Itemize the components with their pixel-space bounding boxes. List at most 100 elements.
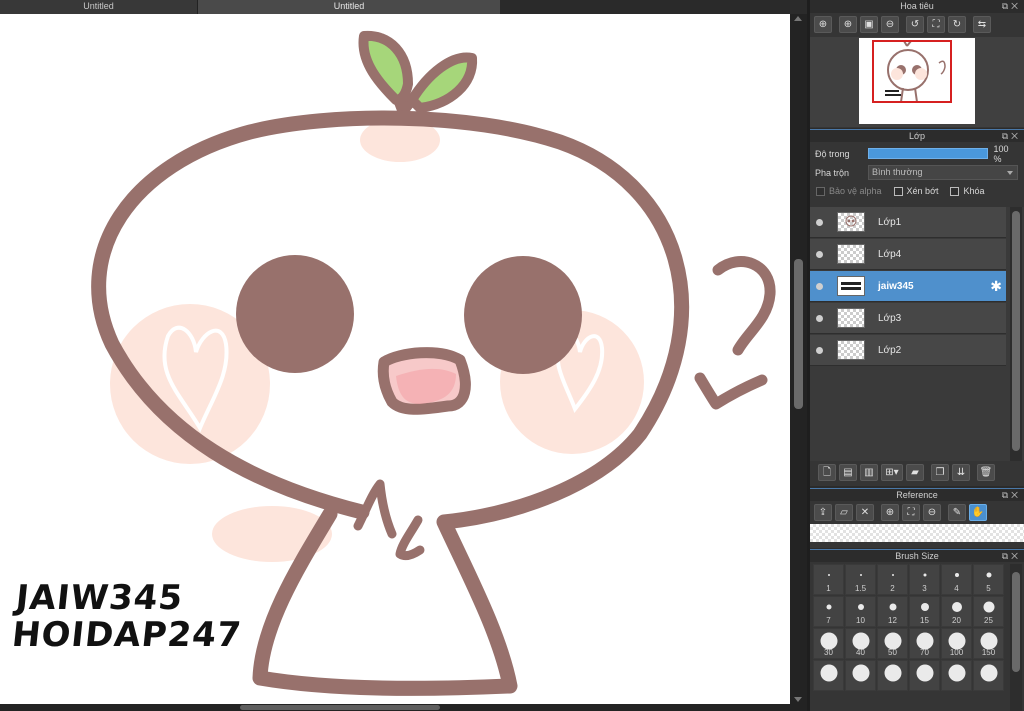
- panel-float-close-icon[interactable]: ⧉✕: [1002, 0, 1021, 13]
- new-layer-icon[interactable]: 🗋: [818, 464, 836, 481]
- visibility-dot-icon[interactable]: [816, 346, 823, 354]
- zoom-in-icon[interactable]: ⊕: [839, 16, 857, 33]
- brush-size-cell[interactable]: 5: [973, 564, 1004, 595]
- brush-size-cell[interactable]: 70: [909, 628, 940, 659]
- brush-size-cell[interactable]: 1.5: [845, 564, 876, 595]
- brush-dot-icon: [948, 664, 965, 682]
- navigator-viewport-rect[interactable]: [872, 40, 952, 103]
- brush-dot-icon: [923, 573, 926, 577]
- new-folder-icon[interactable]: ▰: [906, 464, 924, 481]
- brush-size-cell[interactable]: 12: [877, 596, 908, 627]
- new-1bit-layer-icon[interactable]: ▥: [860, 464, 878, 481]
- merge-layer-icon[interactable]: ⇊: [952, 464, 970, 481]
- delete-layer-icon[interactable]: 🗑: [977, 464, 995, 481]
- zoom-fit-icon[interactable]: ⊕: [814, 16, 832, 33]
- brush-size-label: 50: [888, 648, 897, 657]
- panel-float-close-icon[interactable]: ⧉✕: [1002, 130, 1021, 143]
- scroll-thumb[interactable]: [1012, 572, 1020, 672]
- clipping-checkbox[interactable]: [893, 186, 903, 196]
- layer-row[interactable]: Lớp4: [810, 239, 1006, 270]
- opacity-slider[interactable]: [867, 148, 988, 159]
- visibility-dot-icon[interactable]: [816, 314, 823, 322]
- brush-size-cell[interactable]: [813, 660, 844, 691]
- brush-size-label: 1.5: [854, 584, 867, 593]
- question-dot: [694, 372, 768, 410]
- brush-size-cell[interactable]: [973, 660, 1004, 691]
- scroll-thumb[interactable]: [1012, 211, 1020, 451]
- reference-view[interactable]: [810, 524, 1024, 542]
- layer-list-scrollbar[interactable]: [1010, 207, 1022, 461]
- layer-row-selected[interactable]: jaiw345 ✱: [810, 271, 1006, 302]
- brush-size-label: 10: [856, 616, 865, 625]
- gear-icon[interactable]: ✱: [990, 278, 1002, 294]
- fit-window-icon[interactable]: ⛶: [902, 504, 920, 521]
- blend-label: Pha trộn: [815, 167, 850, 178]
- clipping-option[interactable]: Xén bớt: [893, 186, 938, 196]
- lock-checkbox[interactable]: [950, 186, 960, 196]
- layer-thumbnail: [837, 276, 865, 296]
- close-icon[interactable]: ✕: [856, 504, 874, 521]
- visibility-dot-icon[interactable]: [816, 250, 823, 258]
- visibility-dot-icon[interactable]: [816, 282, 823, 290]
- upload-icon[interactable]: ⇪: [814, 504, 832, 521]
- brush-size-cell[interactable]: 2: [877, 564, 908, 595]
- rotate-right-icon[interactable]: ↻: [948, 16, 966, 33]
- panel-float-close-icon[interactable]: ⧉✕: [1002, 550, 1021, 563]
- scroll-thumb[interactable]: [240, 705, 440, 710]
- canvas-vertical-scrollbar[interactable]: [790, 14, 807, 704]
- scroll-thumb[interactable]: [794, 259, 803, 409]
- hand-icon[interactable]: ✋: [969, 504, 987, 521]
- drawing-canvas[interactable]: JAIW345 HOIDAP247: [0, 14, 790, 704]
- lock-option[interactable]: Khóa: [950, 186, 985, 196]
- actual-size-icon[interactable]: ▣: [860, 16, 878, 33]
- layer-row[interactable]: Lớp1: [810, 207, 1006, 238]
- zoom-in-icon[interactable]: ⊕: [881, 504, 899, 521]
- panel-title: Lớp ⧉✕: [810, 129, 1024, 142]
- fit-window-icon[interactable]: ⛶: [927, 16, 945, 33]
- flip-icon[interactable]: ⇆: [973, 16, 991, 33]
- duplicate-layer-icon[interactable]: ❐: [931, 464, 949, 481]
- brush-size-cell[interactable]: 4: [941, 564, 972, 595]
- layer-row[interactable]: Lớp2: [810, 335, 1006, 366]
- blend-mode-select[interactable]: Bình thường: [868, 165, 1018, 180]
- brush-size-scrollbar[interactable]: [1010, 564, 1022, 711]
- scroll-down-icon[interactable]: [794, 697, 802, 702]
- brush-size-cell[interactable]: 30: [813, 628, 844, 659]
- brush-size-cell[interactable]: [941, 660, 972, 691]
- brush-size-cell[interactable]: 50: [877, 628, 908, 659]
- layer-row[interactable]: Lớp3: [810, 303, 1006, 334]
- navigator-preview[interactable]: [810, 37, 1024, 127]
- brush-dot-icon: [884, 632, 901, 650]
- eyedropper-icon[interactable]: ✎: [948, 504, 966, 521]
- open-folder-icon[interactable]: ▱: [835, 504, 853, 521]
- eye-right: [464, 256, 582, 374]
- brush-size-cell[interactable]: 7: [813, 596, 844, 627]
- brush-size-cell[interactable]: [909, 660, 940, 691]
- brush-size-cell[interactable]: 150: [973, 628, 1004, 659]
- protect-alpha-option[interactable]: Bảo vệ alpha: [816, 186, 882, 196]
- brush-size-cell[interactable]: 3: [909, 564, 940, 595]
- brush-size-cell[interactable]: 40: [845, 628, 876, 659]
- protect-alpha-checkbox[interactable]: [816, 186, 825, 196]
- brush-size-cell[interactable]: 100: [941, 628, 972, 659]
- zoom-out-icon[interactable]: ⊖: [923, 504, 941, 521]
- new-halftone-layer-icon[interactable]: ▤: [839, 464, 857, 481]
- panel-float-close-icon[interactable]: ⧉✕: [1002, 489, 1021, 502]
- brush-size-cell[interactable]: 1: [813, 564, 844, 595]
- brush-size-cell[interactable]: 10: [845, 596, 876, 627]
- scroll-up-icon[interactable]: [794, 16, 802, 21]
- canvas-horizontal-scrollbar[interactable]: [0, 704, 807, 711]
- zoom-out-icon[interactable]: ⊖: [881, 16, 899, 33]
- layer-name: jaiw345: [878, 280, 914, 292]
- add-layer-menu-icon[interactable]: ⊞▾: [881, 464, 903, 481]
- document-tab[interactable]: Untitled: [0, 0, 198, 14]
- brush-size-cell[interactable]: 15: [909, 596, 940, 627]
- brush-size-cell[interactable]: 20: [941, 596, 972, 627]
- visibility-dot-icon[interactable]: [816, 218, 823, 226]
- brush-size-cell[interactable]: 25: [973, 596, 1004, 627]
- rotate-left-icon[interactable]: ↺: [906, 16, 924, 33]
- reference-panel: Reference ⧉✕ ⇪ ▱ ✕ ⊕ ⛶ ⊖ ✎ ✋: [810, 488, 1024, 548]
- brush-size-cell[interactable]: [845, 660, 876, 691]
- document-tab-active[interactable]: Untitled: [198, 0, 500, 14]
- brush-size-cell[interactable]: [877, 660, 908, 691]
